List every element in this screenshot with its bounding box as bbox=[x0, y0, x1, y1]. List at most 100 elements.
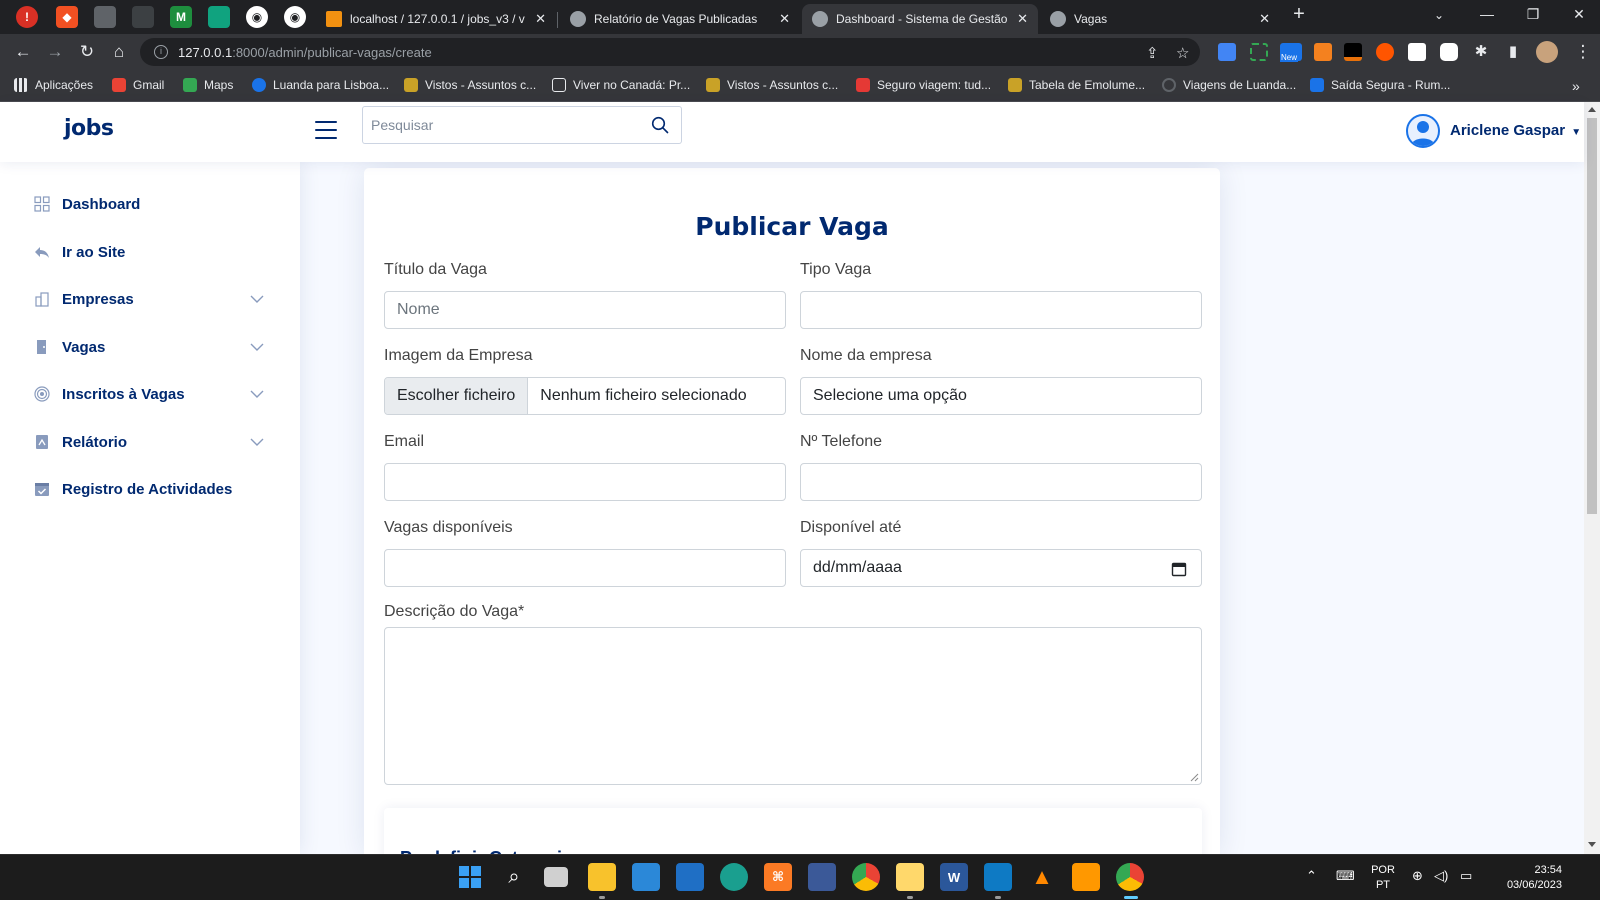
windows-start-icon[interactable] bbox=[456, 863, 484, 891]
tab-phpmyadmin[interactable]: localhost / 127.0.0.1 / jobs_v3 / v ✕ bbox=[316, 4, 556, 34]
browser-menu-icon[interactable]: ⋮ bbox=[1572, 41, 1594, 63]
choose-file-button[interactable]: Escolher ficheiro bbox=[385, 378, 529, 414]
bookmark-vistos-2[interactable]: Vistos - Assuntos c... bbox=[706, 78, 838, 92]
bookmark-luanda-lisboa[interactable]: Luanda para Lisboa... bbox=[252, 78, 389, 92]
sublime-icon[interactable] bbox=[1072, 863, 1100, 891]
screenshot-extension-icon[interactable] bbox=[1250, 43, 1268, 61]
bookmark-vistos-1[interactable]: Vistos - Assuntos c... bbox=[404, 78, 536, 92]
window-close-button[interactable]: ✕ bbox=[1564, 6, 1594, 23]
resize-handle-icon[interactable] bbox=[1189, 772, 1199, 782]
sidebar-item-ir-ao-site[interactable]: Ir ao Site bbox=[34, 237, 274, 267]
restore-button[interactable]: ❐ bbox=[1518, 6, 1548, 23]
bookmark-maps[interactable]: Maps bbox=[183, 78, 233, 92]
bookmark-saida-segura[interactable]: Saída Segura - Rum... bbox=[1310, 78, 1450, 92]
keyboard-icon[interactable]: ⌨ bbox=[1336, 868, 1355, 883]
bookmark-seguro-viagem[interactable]: Seguro viagem: tud... bbox=[856, 78, 991, 92]
microsoft-store-icon[interactable] bbox=[632, 863, 660, 891]
xampp-icon[interactable]: ⌘ bbox=[764, 863, 792, 891]
menu-toggle-icon[interactable] bbox=[315, 121, 337, 139]
bookmark-star-icon[interactable]: ☆ bbox=[1176, 44, 1189, 62]
pinned-tab-4[interactable] bbox=[132, 6, 154, 28]
more-bookmarks-icon[interactable]: » bbox=[1572, 78, 1580, 94]
sidebar-item-registro-actividades[interactable]: Registro de Actividades bbox=[34, 474, 274, 504]
sidebar-item-relatorio[interactable]: Relátorio bbox=[34, 427, 274, 457]
photo-app-icon[interactable] bbox=[808, 863, 836, 891]
calendar-icon[interactable] bbox=[1171, 561, 1187, 577]
disponivel-ate-date-input[interactable]: dd/mm/aaaa bbox=[800, 549, 1202, 587]
tipo-vaga-input[interactable] bbox=[800, 291, 1202, 329]
pinned-tab-3[interactable] bbox=[94, 6, 116, 28]
search-icon[interactable] bbox=[651, 116, 669, 134]
chrome-profile-icon[interactable] bbox=[1116, 863, 1144, 891]
scrollbar-thumb[interactable] bbox=[1587, 118, 1597, 514]
telefone-field[interactable] bbox=[800, 463, 1202, 501]
battery-icon[interactable]: ▭ bbox=[1460, 868, 1472, 883]
sidebar-item-empresas[interactable]: Empresas bbox=[34, 284, 274, 314]
pinned-tab-6[interactable] bbox=[208, 6, 230, 28]
chrome-icon[interactable] bbox=[852, 863, 880, 891]
tab-relatorio[interactable]: Relatório de Vagas Publicadas ✕ bbox=[560, 4, 800, 34]
github-tab-1[interactable]: ◉ bbox=[246, 6, 268, 28]
close-icon[interactable]: ✕ bbox=[1017, 11, 1028, 27]
volume-icon[interactable]: ◁) bbox=[1434, 868, 1448, 883]
mail-icon[interactable] bbox=[676, 863, 704, 891]
profile-avatar[interactable] bbox=[1536, 41, 1558, 63]
tab-search-chevron-icon[interactable]: ⌄ bbox=[1424, 8, 1454, 22]
new-tab-button[interactable]: + bbox=[1284, 3, 1314, 26]
bookmark-viver-canada[interactable]: Viver no Canadá: Pr... bbox=[552, 78, 690, 92]
bitwarden-extension-icon[interactable] bbox=[1408, 43, 1426, 61]
sidebar-item-dashboard[interactable]: Dashboard bbox=[34, 189, 274, 219]
search-input[interactable] bbox=[363, 107, 633, 143]
vagas-disponiveis-field[interactable] bbox=[384, 549, 786, 587]
side-panel-icon[interactable]: ▮ bbox=[1502, 41, 1524, 63]
vlc-icon[interactable]: ▲ bbox=[1028, 863, 1056, 891]
tab-vagas[interactable]: Vagas ✕ bbox=[1040, 4, 1280, 34]
page-scrollbar[interactable] bbox=[1584, 102, 1600, 854]
media-player-icon[interactable] bbox=[896, 863, 924, 891]
address-bar[interactable]: i 127.0.0.1:8000/admin/publicar-vagas/cr… bbox=[140, 38, 1200, 66]
user-avatar[interactable] bbox=[1406, 114, 1440, 148]
site-info-icon[interactable]: i bbox=[154, 45, 168, 59]
close-icon[interactable]: ✕ bbox=[535, 11, 546, 27]
bookmark-viagens-luanda[interactable]: Viagens de Luanda... bbox=[1162, 78, 1296, 92]
close-icon[interactable]: ✕ bbox=[1259, 11, 1270, 27]
bookmark-gmail[interactable]: Gmail bbox=[112, 78, 164, 92]
network-icon[interactable]: ⊕ bbox=[1412, 868, 1423, 883]
tab-dashboard[interactable]: Dashboard - Sistema de Gestão d ✕ bbox=[802, 4, 1038, 34]
clock[interactable]: 23:54 03/06/2023 bbox=[1490, 863, 1562, 893]
sidebar-item-vagas[interactable]: Vagas bbox=[34, 332, 274, 362]
sidebar-item-inscritos[interactable]: Inscritos à Vagas bbox=[34, 379, 274, 409]
home-button[interactable]: ⌂ bbox=[108, 41, 130, 63]
translate-extension-icon[interactable] bbox=[1218, 43, 1236, 61]
bookmark-apps[interactable]: Aplicações bbox=[14, 78, 93, 92]
cloud-extension-icon[interactable] bbox=[1376, 43, 1394, 61]
share-icon[interactable]: ⇪ bbox=[1146, 44, 1159, 62]
minimize-button[interactable]: — bbox=[1472, 6, 1502, 22]
task-view-icon[interactable] bbox=[544, 867, 568, 887]
new-extension-icon[interactable]: New bbox=[1280, 43, 1302, 62]
scroll-up-arrow-icon[interactable] bbox=[1588, 107, 1596, 112]
download-extension-icon[interactable] bbox=[1314, 43, 1332, 61]
bar-extension-icon[interactable] bbox=[1344, 43, 1362, 61]
glasses-extension-icon[interactable] bbox=[1440, 43, 1458, 61]
word-icon[interactable]: W bbox=[940, 863, 968, 891]
pinned-tab-1[interactable]: ! bbox=[16, 6, 38, 28]
nome-empresa-select[interactable]: Selecione uma opção bbox=[800, 377, 1202, 415]
vscode-icon[interactable] bbox=[984, 863, 1012, 891]
close-icon[interactable]: ✕ bbox=[779, 11, 790, 27]
scroll-down-arrow-icon[interactable] bbox=[1588, 842, 1596, 847]
titulo-vaga-input[interactable]: Nome bbox=[384, 291, 786, 329]
edge-icon[interactable] bbox=[720, 863, 748, 891]
email-field[interactable] bbox=[384, 463, 786, 501]
back-button[interactable]: ← bbox=[12, 41, 34, 63]
user-menu-toggle[interactable]: Ariclene Gaspar ▼ bbox=[1450, 122, 1581, 139]
tray-overflow-chevron-icon[interactable]: ⌃ bbox=[1306, 868, 1317, 883]
github-tab-2[interactable]: ◉ bbox=[284, 6, 306, 28]
bookmark-tabela-emolumentos[interactable]: Tabela de Emolume... bbox=[1008, 78, 1145, 92]
forward-button[interactable]: → bbox=[44, 41, 66, 63]
imagem-empresa-file-input[interactable]: Escolher ficheiro Nenhum ficheiro seleci… bbox=[384, 377, 786, 415]
pinned-tab-2[interactable]: ◆ bbox=[56, 6, 78, 28]
descricao-vaga-textarea[interactable] bbox=[384, 627, 1202, 785]
extensions-puzzle-icon[interactable]: ✱ bbox=[1470, 41, 1492, 63]
reload-button[interactable]: ↻ bbox=[76, 41, 98, 63]
